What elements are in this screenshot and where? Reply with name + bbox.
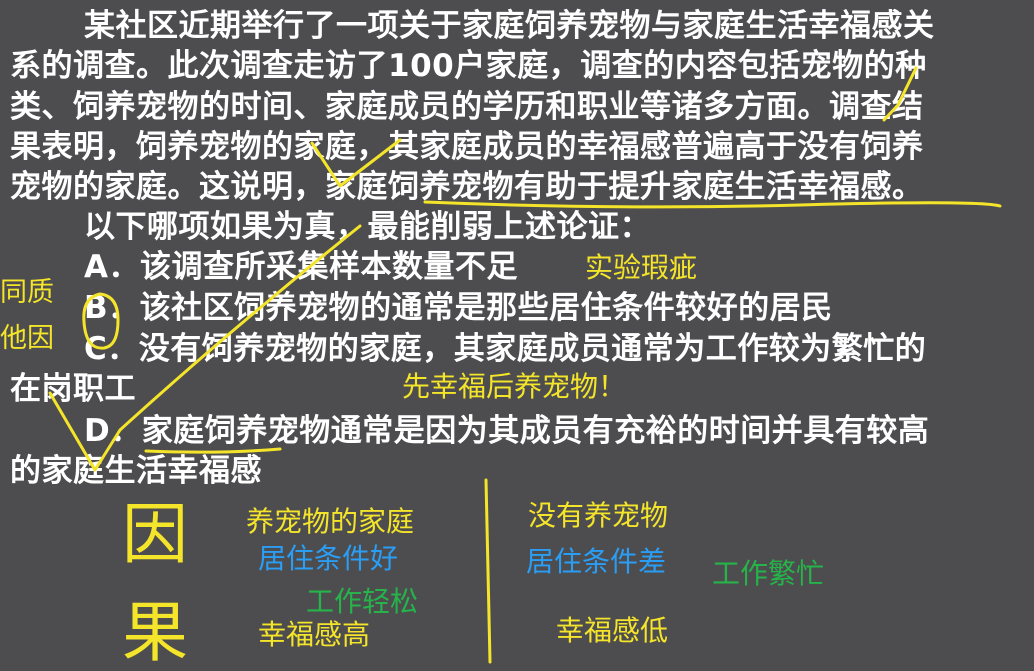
stem-line-5: 宠物的家庭。这说明，家庭饲养宠物有助于提升家庭生活幸福感。 [10,169,924,205]
stem-line-2: 系的调查。此次调查走访了100户家庭，调查的内容包括宠物的种 [10,48,927,84]
cause-char: 因 [122,496,188,573]
right-col-result: 幸福感低 [556,614,669,647]
option-d-line-1: D．家庭饲养宠物通常是因为其成员有充裕的时间并具有较高 [84,413,930,449]
column-divider [484,478,492,664]
right-col-condition: 居住条件差 [526,545,667,578]
left-col-header: 养宠物的家庭 [246,505,415,538]
option-a: A．该调查所采集样本数量不足 [84,249,518,285]
option-b: B．该社区饲养宠物的通常是那些居住条件较好的居民 [84,290,833,326]
note-experiment-flaw: 实验瑕疵 [585,251,698,284]
note-happy-first: 先幸福后养宠物！ [402,370,627,403]
note-other-cause: 他因 [0,323,54,354]
left-col-result: 幸福感高 [258,618,371,651]
option-d-line-2: 的家庭生活幸福感 [10,453,262,489]
left-col-condition: 居住条件好 [258,542,399,575]
whiteboard: 某社区近期举行了一项关于家庭饲养宠物与家庭生活幸福感关 系的调查。此次调查走访了… [0,0,1034,671]
stem-line-3: 类、饲养宠物的时间、家庭成员的学历和职业等诸多方面。调查结 [10,89,924,125]
right-col-header: 没有养宠物 [528,499,669,532]
option-c-line-1: C．没有饲养宠物的家庭，其家庭成员通常为工作较为繁忙的 [84,331,927,367]
left-col-work: 工作轻松 [306,585,419,618]
option-c-line-2: 在岗职工 [10,371,136,407]
right-col-work: 工作繁忙 [712,557,825,590]
stem-line-1: 某社区近期举行了一项关于家庭饲养宠物与家庭生活幸福感关 [84,8,935,44]
stem-line-4: 果表明，饲养宠物的家庭，其家庭成员的幸福感普遍高于没有饲养 [10,129,924,165]
note-same-quality: 同质 [0,277,54,308]
effect-char: 果 [122,594,188,671]
question-prompt: 以下哪项如果为真，最能削弱上述论证： [84,209,651,245]
